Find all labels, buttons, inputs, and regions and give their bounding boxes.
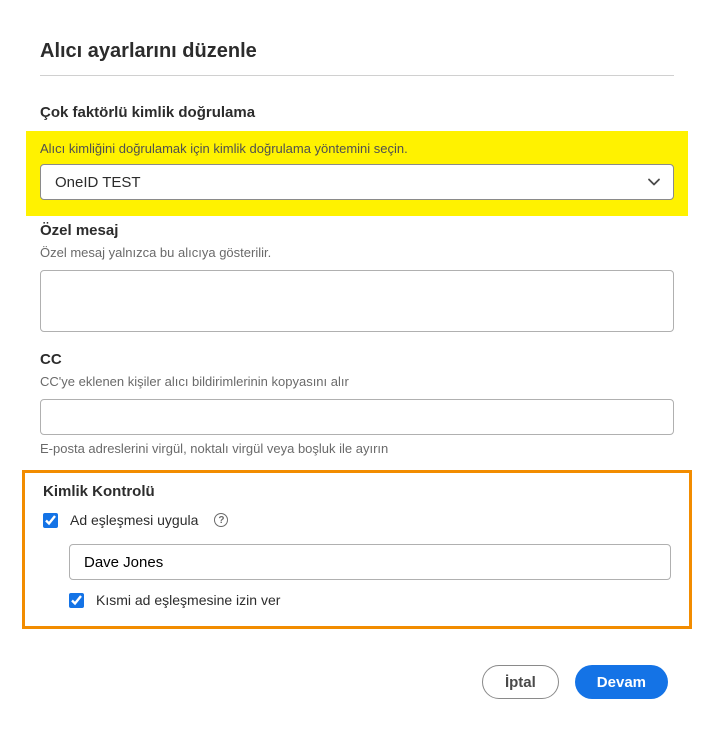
identity-check-box: Kimlik Kontrolü Ad eşleşmesi uygula ? Kı… — [22, 470, 692, 629]
cc-section: CC CC'ye eklenen kişiler alıcı bildiriml… — [40, 351, 674, 456]
identity-heading: Kimlik Kontrolü — [43, 483, 671, 500]
dialog-actions: İptal Devam — [40, 665, 674, 699]
mfa-method-select[interactable]: OneID TEST — [40, 164, 674, 200]
dialog-title: Alıcı ayarlarını düzenle — [40, 40, 674, 75]
mfa-selected-value: OneID TEST — [55, 174, 141, 191]
mfa-hint: Alıcı kimliğini doğrulamak için kimlik d… — [40, 141, 674, 156]
allow-partial-checkbox[interactable] — [69, 593, 84, 608]
info-icon[interactable]: ? — [214, 513, 228, 527]
cc-label: CC — [40, 351, 674, 368]
cancel-button[interactable]: İptal — [482, 665, 559, 699]
allow-partial-row: Kısmi ad eşleşmesine izin ver — [69, 592, 671, 608]
cc-hint: CC'ye eklenen kişiler alıcı bildirimleri… — [40, 374, 674, 389]
mfa-heading: Çok faktörlü kimlik doğrulama — [40, 104, 674, 121]
cc-input[interactable] — [40, 399, 674, 435]
name-match-nested: Kısmi ad eşleşmesine izin ver — [69, 544, 671, 608]
apply-name-match-checkbox[interactable] — [43, 513, 58, 528]
private-message-input[interactable] — [40, 270, 674, 332]
mfa-highlight: Alıcı kimliğini doğrulamak için kimlik d… — [26, 131, 688, 216]
private-message-label: Özel mesaj — [40, 222, 674, 239]
apply-name-match-label: Ad eşleşmesi uygula — [70, 512, 198, 528]
name-match-input[interactable] — [69, 544, 671, 580]
continue-button[interactable]: Devam — [575, 665, 668, 699]
private-message-section: Özel mesaj Özel mesaj yalnızca bu alıcıy… — [40, 222, 674, 337]
chevron-down-icon — [647, 175, 661, 189]
allow-partial-label: Kısmi ad eşleşmesine izin ver — [96, 592, 280, 608]
private-message-hint: Özel mesaj yalnızca bu alıcıya gösterili… — [40, 245, 674, 260]
apply-name-match-row: Ad eşleşmesi uygula ? — [43, 512, 671, 528]
divider — [40, 75, 674, 76]
recipient-settings-dialog: Alıcı ayarlarını düzenle Çok faktörlü ki… — [20, 40, 694, 699]
cc-helper: E-posta adreslerini virgül, noktalı virg… — [40, 441, 674, 456]
